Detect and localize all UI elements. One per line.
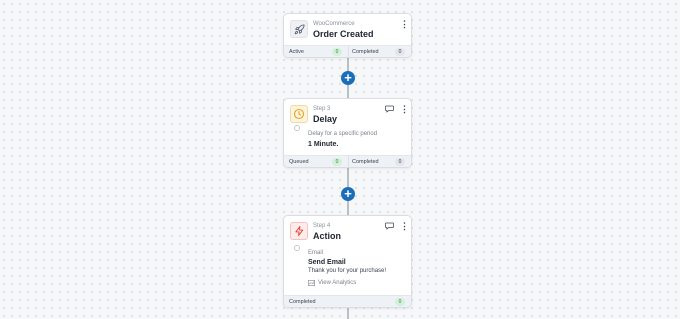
workflow-canvas[interactable]: + + WooCommerce Order Created ⋮ Active 0… (0, 0, 680, 319)
active-label: Active (289, 49, 304, 55)
delay-description: Delay for a specific period (308, 131, 378, 137)
trigger-title: Order Created (313, 29, 374, 39)
action-type: Email (308, 250, 324, 256)
more-options-icon[interactable]: ⋮ (400, 105, 409, 114)
active-count-badge: 0 (332, 48, 342, 56)
card-body: Email Send Email Thank you for your purc… (284, 245, 411, 286)
delay-card[interactable]: Step 3 Delay ⋮ Delay for a specific peri… (283, 98, 412, 168)
footer-divider (348, 156, 349, 167)
completed-count-badge: 0 (395, 48, 405, 56)
trigger-source: WooCommerce (313, 21, 355, 27)
rocket-icon (290, 20, 308, 38)
footer-divider (348, 46, 349, 57)
completed-label: Completed (352, 49, 379, 55)
status-dot (294, 125, 300, 131)
more-options-icon[interactable]: ⋮ (400, 20, 409, 29)
view-analytics-link[interactable]: View Analytics (308, 280, 405, 286)
add-step-button[interactable]: + (341, 71, 355, 85)
analytics-icon (308, 280, 315, 286)
add-step-button[interactable]: + (341, 187, 355, 201)
completed-count-badge: 0 (395, 158, 405, 166)
completed-label: Completed (352, 159, 379, 165)
action-name: Send Email (308, 259, 346, 266)
action-card[interactable]: Step 4 Action ⋮ Email Send Email Thank y… (283, 215, 412, 308)
comment-icon[interactable] (385, 105, 394, 113)
delay-title: Delay (313, 114, 338, 124)
comment-icon[interactable] (385, 222, 394, 230)
card-footer: Active 0 Completed 0 (284, 45, 411, 57)
view-analytics-label: View Analytics (318, 280, 357, 286)
connector-line (347, 308, 349, 319)
completed-count-badge: 0 (395, 298, 405, 306)
trigger-card[interactable]: WooCommerce Order Created ⋮ Active 0 Com… (283, 13, 412, 58)
step-number: Step 3 (313, 106, 331, 112)
card-footer: Queued 0 Completed 0 (284, 155, 411, 167)
delay-duration: 1 Minute. (308, 141, 339, 148)
step-number: Step 4 (313, 223, 331, 229)
card-body: Delay for a specific period 1 Minute. (284, 125, 411, 148)
queued-count-badge: 0 (332, 158, 342, 166)
more-options-icon[interactable]: ⋮ (400, 222, 409, 231)
email-subject: Thank you for your purchase! (308, 268, 387, 274)
lightning-icon (290, 222, 308, 240)
card-footer: Completed 0 (284, 295, 411, 307)
action-title: Action (313, 231, 341, 241)
status-dot (294, 245, 300, 251)
clock-icon (290, 105, 308, 123)
queued-label: Queued (289, 159, 309, 165)
completed-label: Completed (289, 299, 316, 305)
